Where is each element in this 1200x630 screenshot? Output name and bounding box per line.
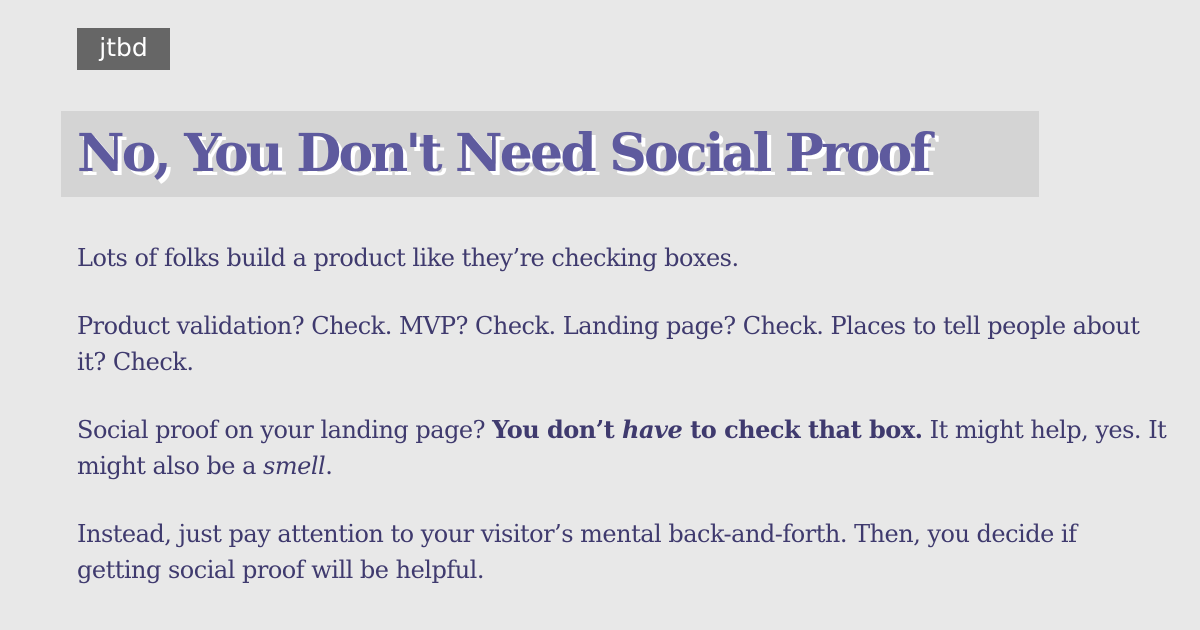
article-body: Lots of folks build a product like they’…: [77, 240, 1167, 620]
paragraph-4: Instead, just pay attention to your visi…: [77, 520, 1077, 584]
paragraph-3-text-3: .: [325, 452, 333, 480]
article-title: No, You Don't Need Social Proof: [77, 123, 932, 184]
paragraph-3-emphasis: smell: [263, 452, 326, 480]
category-tag[interactable]: jtbd: [77, 28, 170, 70]
paragraph-3-text-1: Social proof on your landing page?: [77, 416, 493, 444]
paragraph-3-bold-2: to check that box.: [682, 415, 923, 444]
paragraph-3-bold-italic: have: [622, 415, 683, 444]
paragraph-1: Lots of folks build a product like they’…: [77, 244, 739, 272]
paragraph-2: Product validation? Check. MVP? Check. L…: [77, 312, 1140, 376]
paragraph-3-bold: You don’t have to check that box.: [492, 415, 923, 444]
title-highlight: No, You Don't Need Social Proof: [61, 111, 1039, 197]
paragraph-3: Social proof on your landing page? You d…: [77, 412, 1167, 484]
paragraph-3-bold-1: You don’t: [492, 415, 623, 444]
